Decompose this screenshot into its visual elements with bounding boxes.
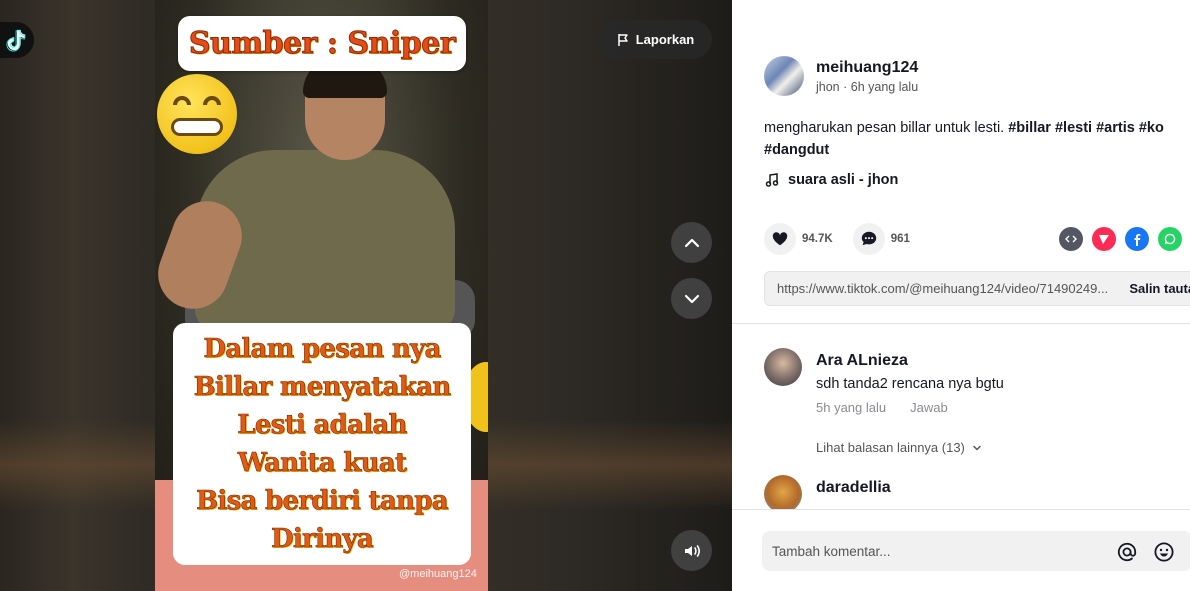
facebook-icon[interactable]	[1125, 227, 1149, 251]
send-icon[interactable]	[1092, 227, 1116, 251]
share-icons	[1059, 227, 1190, 251]
volume-icon	[684, 544, 700, 557]
post-description: mengharukan pesan billar untuk lesti. #b…	[764, 117, 1190, 161]
video-link-box: https://www.tiktok.com/@meihuang124/vide…	[764, 271, 1190, 306]
source-text: Sumber : Sniper	[188, 26, 456, 62]
avatar[interactable]	[764, 348, 802, 386]
chevron-up-icon	[684, 238, 699, 247]
heart-icon	[772, 232, 788, 246]
tiktok-video-page: Sumber : Sniper Dalam pesan nya Billar m…	[0, 0, 1190, 591]
watermark-text: TikTok	[419, 542, 466, 559]
author-info: meihuang124 jhon · 6h yang lalu	[764, 56, 918, 96]
caption-line: Bisa berdiri tanpa	[196, 486, 449, 517]
volume-button[interactable]	[671, 530, 712, 571]
comment-count: 961	[890, 233, 910, 245]
caption-line: Wanita kuat	[237, 448, 407, 479]
copy-link-button[interactable]: Salin tautan	[1111, 281, 1190, 296]
video-link-url[interactable]: https://www.tiktok.com/@meihuang124/vide…	[765, 281, 1111, 296]
grinning-emoji-icon	[157, 74, 237, 154]
caption-line: Dalam pesan nya	[203, 334, 442, 365]
emoji-icon[interactable]	[1153, 541, 1175, 563]
caption-line: Billar menyatakan	[193, 372, 451, 403]
caption-line: Lesti adalah	[237, 410, 408, 441]
comment-item: Ara ALnieza sdh tanda2 rencana nya bgtu …	[764, 348, 1004, 415]
mention-icon[interactable]	[1116, 541, 1138, 563]
avatar[interactable]	[764, 475, 802, 513]
music-note-icon	[765, 173, 779, 187]
like-button[interactable]	[764, 223, 796, 255]
tiktok-watermark: TikTok	[401, 542, 466, 559]
source-label: Sumber : Sniper	[178, 16, 466, 71]
video-frame[interactable]: Sumber : Sniper Dalam pesan nya Billar m…	[155, 0, 488, 591]
more-replies-label: Lihat balasan lainnya (13)	[816, 440, 965, 455]
next-video-button[interactable]	[671, 278, 712, 319]
comment-button[interactable]	[852, 223, 885, 255]
video-player-area[interactable]: Sumber : Sniper Dalam pesan nya Billar m…	[0, 0, 732, 591]
divider	[732, 323, 1190, 324]
chevron-down-icon	[973, 445, 981, 451]
comment-author[interactable]: Ara ALnieza	[816, 352, 1004, 370]
caption-line: Dirinya	[271, 524, 374, 555]
chevron-down-icon	[684, 294, 699, 303]
hashtag-link[interactable]: #lesti	[1055, 120, 1092, 136]
hashtag-link[interactable]: #dangdut	[764, 142, 829, 158]
report-button[interactable]: Laporkan	[598, 20, 712, 59]
author-subline: jhon · 6h yang lalu	[816, 79, 919, 94]
avatar[interactable]	[764, 56, 804, 96]
reply-button[interactable]: Jawab	[910, 400, 948, 415]
description-text: mengharukan pesan billar untuk lesti.	[764, 120, 1005, 136]
hashtag-link[interactable]: #artis	[1096, 120, 1135, 136]
embed-icon[interactable]	[1059, 227, 1083, 251]
caption-overlay: Dalam pesan nya Billar menyatakan Lesti …	[173, 323, 471, 565]
comment-text: sdh tanda2 rencana nya bgtu	[816, 376, 1004, 392]
previous-video-button[interactable]	[671, 222, 712, 263]
details-panel: meihuang124 jhon · 6h yang lalu mengharu…	[732, 0, 1190, 591]
tiktok-watermark-icon	[402, 543, 415, 558]
engagement-stats: 94.7K 961	[764, 223, 910, 255]
comment-author[interactable]: daradellia	[816, 479, 891, 497]
report-label: Laporkan	[635, 32, 695, 47]
watermark-handle: @meihuang124	[399, 568, 477, 580]
view-more-replies[interactable]: Lihat balasan lainnya (13)	[816, 440, 983, 455]
like-count: 94.7K	[802, 233, 833, 245]
hashtag-link[interactable]: #billar	[1008, 120, 1051, 136]
tiktok-logo-icon[interactable]	[0, 22, 34, 58]
hashtag-link[interactable]: #ko	[1139, 120, 1164, 136]
whatsapp-icon[interactable]	[1158, 227, 1182, 251]
flag-icon	[617, 33, 628, 46]
comment-meta: 5h yang lalu Jawab	[816, 400, 1004, 415]
comment-item: daradellia	[764, 475, 891, 513]
comment-icon	[861, 231, 876, 246]
music-link[interactable]: suara asli - jhon	[764, 172, 898, 188]
comment-bar: Tambah komentar...	[732, 509, 1190, 591]
music-label: suara asli - jhon	[788, 172, 899, 188]
comment-time: 5h yang lalu	[816, 400, 887, 415]
author-username[interactable]: meihuang124	[816, 59, 918, 77]
